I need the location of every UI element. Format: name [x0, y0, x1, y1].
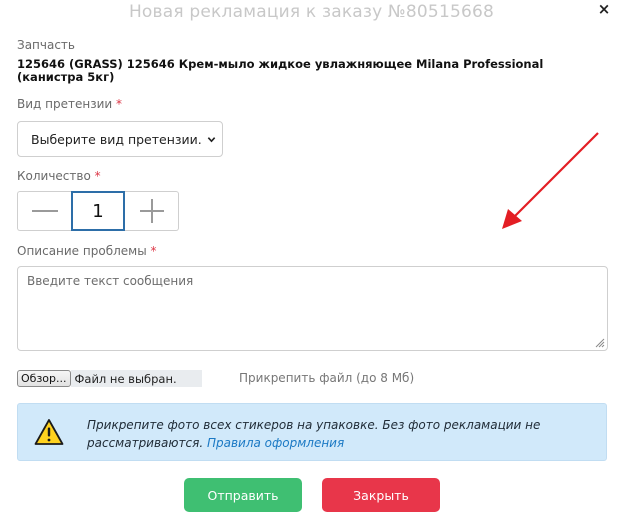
description-placeholder: Введите текст сообщения — [27, 274, 194, 288]
minus-icon — [31, 210, 58, 212]
claim-type-label-text: Вид претензии — [17, 97, 113, 111]
description-label-text: Описание проблемы — [17, 244, 147, 258]
claim-type-selected: Выберите вид претензии. — [31, 131, 202, 147]
file-status: Файл не выбран. — [70, 370, 202, 387]
required-mark: * — [94, 169, 101, 183]
plus-icon — [139, 199, 164, 223]
quantity-decrement-button[interactable] — [17, 191, 71, 231]
quantity-increment-button[interactable] — [125, 191, 179, 231]
quantity-stepper: 1 — [17, 191, 179, 231]
quantity-label: Количество * — [17, 169, 101, 183]
browse-button[interactable]: Обзор... — [17, 370, 71, 387]
quantity-label-text: Количество — [17, 169, 91, 183]
resize-handle-icon[interactable] — [595, 338, 605, 348]
claim-type-label: Вид претензии * — [17, 97, 122, 111]
alert-message: Прикрепите фото всех стикеров на упаковк… — [87, 416, 587, 452]
close-button[interactable]: Закрыть — [322, 478, 440, 512]
chevron-down-icon — [207, 137, 216, 143]
photo-alert: Прикрепите фото всех стикеров на упаковк… — [17, 403, 607, 461]
part-label: Запчасть — [17, 38, 75, 52]
quantity-input[interactable]: 1 — [71, 191, 125, 231]
required-mark: * — [116, 97, 123, 111]
submit-button[interactable]: Отправить — [184, 478, 302, 512]
file-input: Обзор... Файл не выбран. — [17, 370, 202, 387]
warning-icon — [34, 419, 64, 445]
red-arrow-annotation — [502, 132, 599, 229]
rules-link[interactable]: Правила оформления — [207, 436, 344, 450]
modal-title: Новая рекламация к заказу №80515668 — [128, 2, 495, 22]
claim-type-select[interactable]: Выберите вид претензии. — [17, 121, 223, 157]
description-textarea[interactable]: Введите текст сообщения — [17, 266, 608, 351]
close-icon[interactable]: × — [595, 0, 613, 18]
description-label: Описание проблемы * — [17, 244, 157, 258]
required-mark: * — [150, 244, 157, 258]
file-hint: Прикрепить файл (до 8 Мб) — [239, 371, 415, 385]
part-name: 125646 (GRASS) 125646 Крем-мыло жидкое у… — [17, 57, 544, 84]
